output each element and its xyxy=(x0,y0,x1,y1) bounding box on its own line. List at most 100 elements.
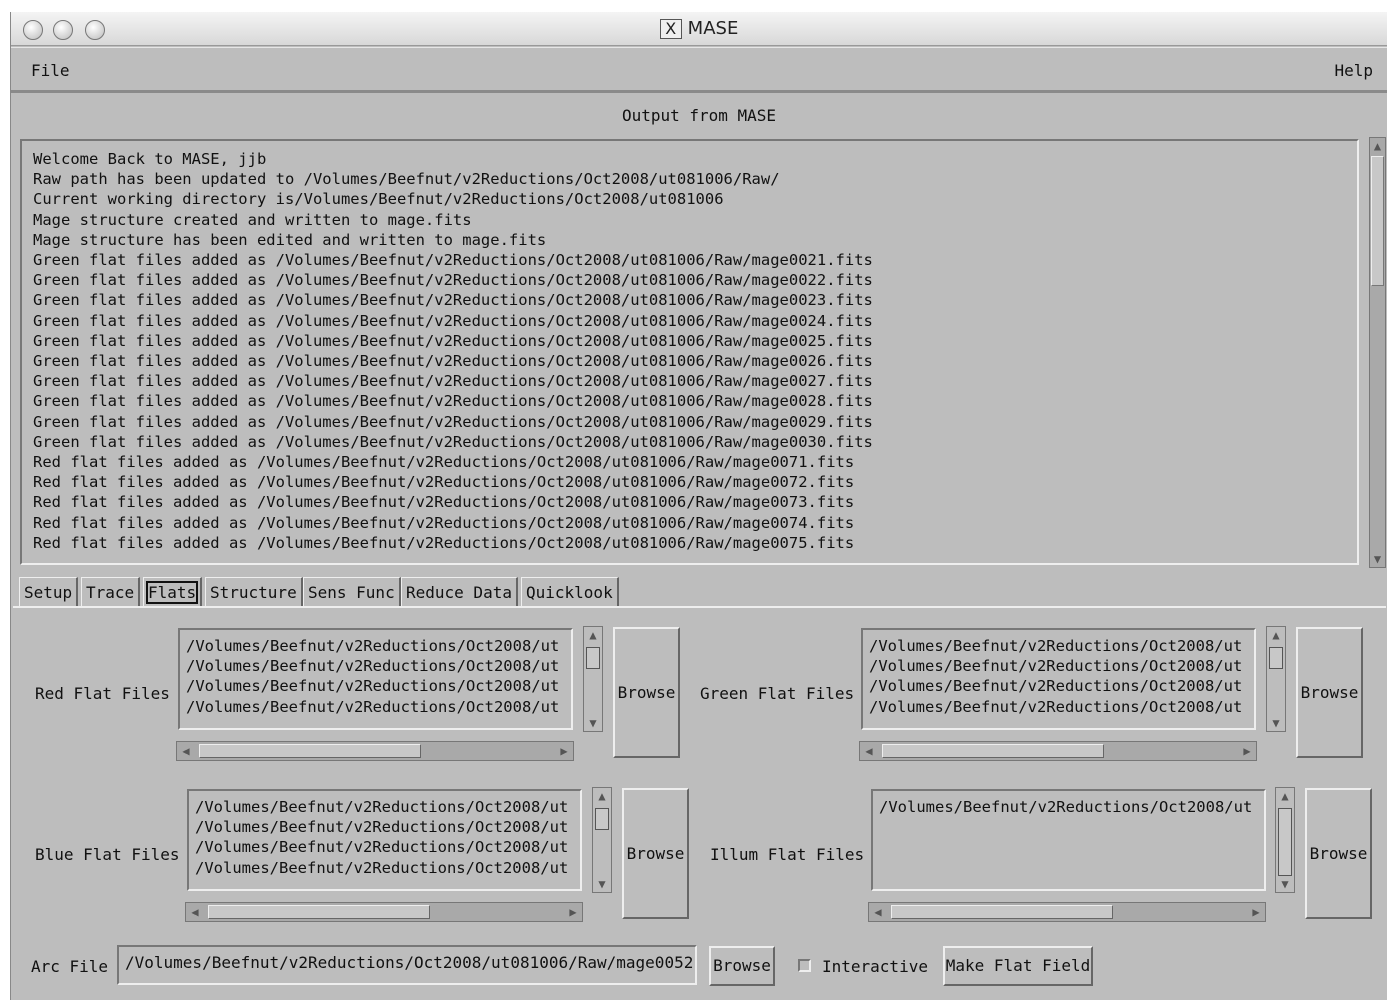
arrow-right-icon[interactable]: ▶ xyxy=(566,906,580,918)
mase-window: X MASE File Help Output from MASE Welcome… xyxy=(10,12,1387,1000)
output-line: Red flat files added as /Volumes/Beefnut… xyxy=(33,453,855,472)
blue-list-hscrollbar[interactable]: ◀ ▶ xyxy=(185,902,583,922)
red-flat-files-list[interactable]: /Volumes/Beefnut/v2Reductions/Oct2008/ut… xyxy=(178,628,573,730)
list-item[interactable]: /Volumes/Beefnut/v2Reductions/Oct2008/ut xyxy=(186,636,571,656)
tab-trace-label: Trace xyxy=(86,583,135,602)
output-text-area[interactable]: Welcome Back to MASE, jjb Raw path has be… xyxy=(20,139,1359,565)
tab-sens-func-label: Sens Func xyxy=(308,583,395,602)
output-scroll-thumb[interactable] xyxy=(1371,156,1384,286)
list-item[interactable]: /Volumes/Beefnut/v2Reductions/Oct2008/ut xyxy=(869,636,1254,656)
help-menu[interactable]: Help xyxy=(1334,61,1373,80)
tab-quicklook[interactable]: Quicklook xyxy=(521,577,619,607)
red-hscroll-thumb[interactable] xyxy=(199,744,421,758)
arrow-up-icon[interactable]: ▲ xyxy=(1371,140,1384,152)
blue-flat-files-list[interactable]: /Volumes/Beefnut/v2Reductions/Oct2008/ut… xyxy=(187,789,582,891)
illum-list-vscrollbar[interactable]: ▲ ▼ xyxy=(1275,787,1295,893)
title-bar: X MASE xyxy=(11,12,1387,46)
arrow-up-icon[interactable]: ▲ xyxy=(595,790,609,802)
tab-flats[interactable]: Flats xyxy=(143,577,203,607)
tab-sens-func[interactable]: Sens Func xyxy=(303,577,401,607)
green-browse-button[interactable]: Browse xyxy=(1296,627,1363,758)
list-item[interactable]: /Volumes/Beefnut/v2Reductions/Oct2008/ut xyxy=(186,697,571,717)
list-item[interactable]: /Volumes/Beefnut/v2Reductions/Oct2008/ut xyxy=(195,858,580,878)
output-line: Green flat files added as /Volumes/Beefn… xyxy=(33,352,873,371)
blue-list-vscrollbar[interactable]: ▲ ▼ xyxy=(592,787,612,893)
output-line: Red flat files added as /Volumes/Beefnut… xyxy=(33,473,855,492)
output-line: Mage structure has been edited and writt… xyxy=(33,230,547,249)
output-line: Green flat files added as /Volumes/Beefn… xyxy=(33,392,873,411)
output-line: Raw path has been updated to /Volumes/Be… xyxy=(33,170,780,189)
arrow-up-icon[interactable]: ▲ xyxy=(586,629,600,641)
illum-vscroll-thumb[interactable] xyxy=(1278,808,1292,876)
arrow-left-icon[interactable]: ◀ xyxy=(862,745,876,757)
output-line: Mage structure created and written to ma… xyxy=(33,210,472,229)
illum-browse-button[interactable]: Browse xyxy=(1305,788,1372,919)
output-line: Green flat files added as /Volumes/Beefn… xyxy=(33,311,873,330)
interactive-checkbox[interactable] xyxy=(798,959,811,972)
red-list-vscrollbar[interactable]: ▲ ▼ xyxy=(583,626,603,732)
arrow-left-icon[interactable]: ◀ xyxy=(179,745,193,757)
green-flat-files-list[interactable]: /Volumes/Beefnut/v2Reductions/Oct2008/ut… xyxy=(861,628,1256,730)
arrow-left-icon[interactable]: ◀ xyxy=(871,906,885,918)
output-line: Green flat files added as /Volumes/Beefn… xyxy=(33,372,873,391)
file-menu[interactable]: File xyxy=(31,61,70,80)
interactive-label: Interactive xyxy=(822,957,928,976)
illum-list-hscrollbar[interactable]: ◀ ▶ xyxy=(868,902,1266,922)
output-line: Green flat files added as /Volumes/Beefn… xyxy=(33,432,873,451)
list-item[interactable]: /Volumes/Beefnut/v2Reductions/Oct2008/ut xyxy=(195,817,580,837)
output-line: Green flat files added as /Volumes/Beefn… xyxy=(33,412,873,431)
tab-reduce-data[interactable]: Reduce Data xyxy=(401,577,518,607)
output-scrollbar[interactable]: ▲ ▼ xyxy=(1369,137,1386,568)
arrow-left-icon[interactable]: ◀ xyxy=(188,906,202,918)
blue-browse-button[interactable]: Browse xyxy=(622,788,689,919)
illum-flat-files-list[interactable]: /Volumes/Beefnut/v2Reductions/Oct2008/ut xyxy=(871,789,1266,891)
output-line: Green flat files added as /Volumes/Beefn… xyxy=(33,251,873,270)
blue-flat-files-label: Blue Flat Files xyxy=(35,845,180,864)
output-line: Green flat files added as /Volumes/Beefn… xyxy=(33,331,873,350)
make-flat-field-button[interactable]: Make Flat Field xyxy=(943,946,1093,986)
tab-trace[interactable]: Trace xyxy=(81,577,141,607)
arrow-down-icon[interactable]: ▼ xyxy=(1278,878,1292,890)
arrow-down-icon[interactable]: ▼ xyxy=(1269,717,1283,729)
green-vscroll-thumb[interactable] xyxy=(1269,647,1283,669)
list-item[interactable]: /Volumes/Beefnut/v2Reductions/Oct2008/ut xyxy=(869,697,1254,717)
output-line: Current working directory is/Volumes/Bee… xyxy=(33,190,724,209)
arrow-down-icon[interactable]: ▼ xyxy=(1371,553,1384,565)
green-list-hscrollbar[interactable]: ◀ ▶ xyxy=(859,741,1257,761)
red-flat-files-label: Red Flat Files xyxy=(35,684,170,703)
arrow-up-icon[interactable]: ▲ xyxy=(1269,629,1283,641)
red-vscroll-thumb[interactable] xyxy=(586,647,600,669)
list-item[interactable]: /Volumes/Beefnut/v2Reductions/Oct2008/ut xyxy=(879,797,1264,817)
arc-browse-button[interactable]: Browse xyxy=(709,946,775,986)
arrow-right-icon[interactable]: ▶ xyxy=(1249,906,1263,918)
list-item[interactable]: /Volumes/Beefnut/v2Reductions/Oct2008/ut xyxy=(869,676,1254,696)
output-line: Red flat files added as /Volumes/Beefnut… xyxy=(33,493,855,512)
blue-vscroll-thumb[interactable] xyxy=(595,808,609,830)
tab-flats-label: Flats xyxy=(145,581,199,604)
green-list-vscrollbar[interactable]: ▲ ▼ xyxy=(1266,626,1286,732)
tab-setup[interactable]: Setup xyxy=(19,577,79,607)
illum-hscroll-thumb[interactable] xyxy=(891,905,1113,919)
arrow-up-icon[interactable]: ▲ xyxy=(1278,790,1292,802)
arrow-right-icon[interactable]: ▶ xyxy=(1240,745,1254,757)
green-flat-files-label: Green Flat Files xyxy=(700,684,855,703)
tab-quicklook-label: Quicklook xyxy=(526,583,613,602)
arrow-right-icon[interactable]: ▶ xyxy=(557,745,571,757)
list-item[interactable]: /Volumes/Beefnut/v2Reductions/Oct2008/ut xyxy=(186,656,571,676)
tab-setup-label: Setup xyxy=(24,583,73,602)
list-item[interactable]: /Volumes/Beefnut/v2Reductions/Oct2008/ut xyxy=(869,656,1254,676)
red-list-hscrollbar[interactable]: ◀ ▶ xyxy=(176,741,574,761)
arc-file-input[interactable]: /Volumes/Beefnut/v2Reductions/Oct2008/ut… xyxy=(117,945,697,985)
tab-reduce-data-label: Reduce Data xyxy=(406,583,512,602)
tab-structure[interactable]: Structure xyxy=(205,577,303,607)
window-title: X MASE xyxy=(11,18,1387,39)
list-item[interactable]: /Volumes/Beefnut/v2Reductions/Oct2008/ut xyxy=(186,676,571,696)
list-item[interactable]: /Volumes/Beefnut/v2Reductions/Oct2008/ut xyxy=(195,797,580,817)
green-hscroll-thumb[interactable] xyxy=(882,744,1104,758)
red-browse-button[interactable]: Browse xyxy=(613,627,680,758)
x11-logo-icon: X xyxy=(659,19,682,39)
arrow-down-icon[interactable]: ▼ xyxy=(595,878,609,890)
list-item[interactable]: /Volumes/Beefnut/v2Reductions/Oct2008/ut xyxy=(195,837,580,857)
blue-hscroll-thumb[interactable] xyxy=(208,905,430,919)
arrow-down-icon[interactable]: ▼ xyxy=(586,717,600,729)
